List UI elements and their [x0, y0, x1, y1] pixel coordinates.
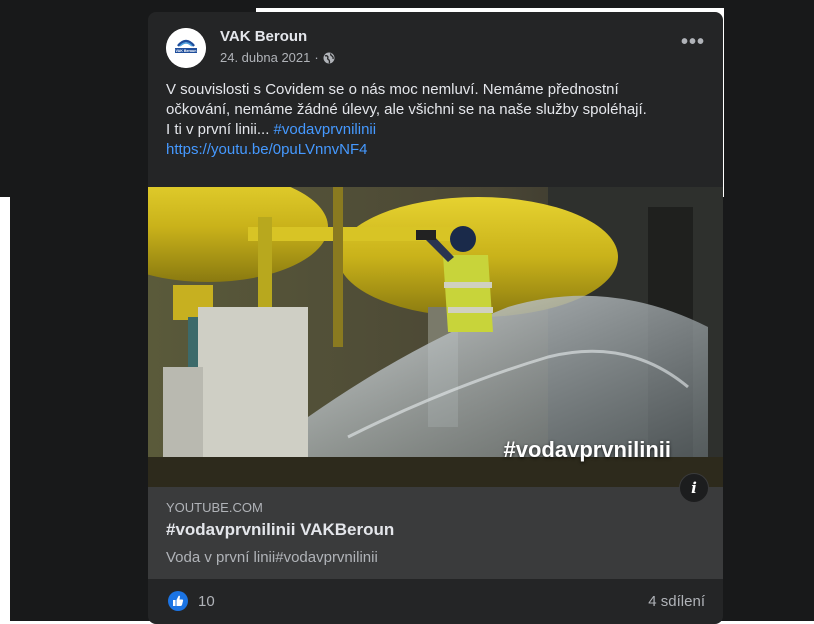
- share-count[interactable]: 4 sdílení: [648, 593, 705, 610]
- reaction-count[interactable]: 10: [198, 593, 215, 610]
- avatar-text: VAK Beroun: [176, 49, 197, 53]
- thumbs-up-icon: [173, 595, 184, 606]
- post-footer: 10 4 sdílení: [148, 579, 723, 624]
- post-text-line: V souvislosti s Covidem se o nás moc nem…: [166, 81, 619, 98]
- like-icon[interactable]: [168, 591, 188, 611]
- post-date[interactable]: 24. dubna 2021: [220, 50, 310, 65]
- youtube-link[interactable]: https://youtu.be/0puLVnnvNF4: [166, 141, 368, 158]
- meta-separator: ·: [314, 50, 319, 65]
- globe-icon: [323, 52, 335, 63]
- info-icon[interactable]: i: [679, 473, 709, 503]
- vak-logo-icon: VAK Beroun: [166, 28, 206, 68]
- video-thumbnail[interactable]: #vodavprvnilinii: [148, 187, 723, 487]
- more-icon[interactable]: •••: [681, 32, 705, 52]
- link-description: Voda v první linii#vodavprvnilinii: [166, 549, 378, 566]
- background-panel: [724, 8, 814, 198]
- post-text-line: očkování, nemáme žádné úlevy, ale všichn…: [166, 101, 647, 118]
- post-text-line: I ti v první linii... #vodavprvnilinii: [166, 120, 711, 140]
- page-avatar[interactable]: VAK Beroun: [166, 28, 206, 68]
- link-title[interactable]: #vodavprvnilinii VAKBeroun: [166, 520, 394, 540]
- post-card: VAK Beroun VAK Beroun 24. dubna 2021 · •…: [148, 12, 723, 624]
- page-name[interactable]: VAK Beroun: [220, 28, 307, 45]
- post-meta: 24. dubna 2021 ·: [220, 50, 335, 65]
- link-domain: YOUTUBE.COM: [166, 500, 263, 515]
- background-panel: [256, 0, 814, 8]
- link-preview[interactable]: i YOUTUBE.COM #vodavprvnilinii VAKBeroun…: [148, 473, 723, 579]
- video-overlay-hashtag: #vodavprvnilinii: [503, 437, 672, 462]
- post-text: V souvislosti s Covidem se o nás moc nem…: [166, 80, 711, 160]
- post-text-fragment: I ti v první linii...: [166, 121, 274, 138]
- hashtag-link[interactable]: #vodavprvnilinii: [274, 121, 377, 138]
